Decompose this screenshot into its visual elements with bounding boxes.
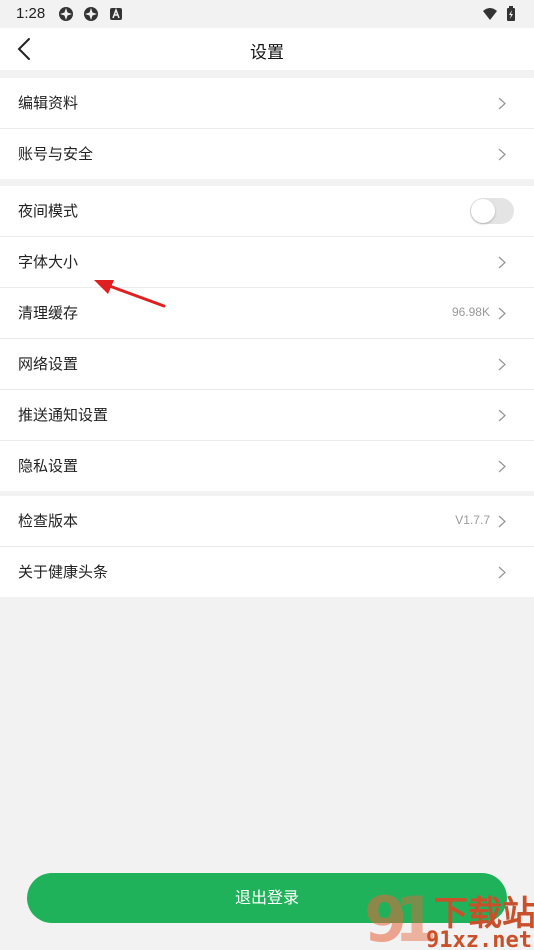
row-label: 网络设置	[18, 355, 79, 373]
chevron-right-icon	[498, 148, 506, 161]
status-time: 1:28	[16, 5, 46, 22]
chevron-right-icon	[498, 307, 506, 320]
row-edit-profile[interactable]: 编辑资料	[0, 78, 534, 129]
chevron-right-icon	[498, 515, 506, 528]
battery-icon	[507, 6, 515, 21]
version-value: V1.7.7	[455, 513, 490, 527]
watermark-site: 91xz.net	[426, 928, 532, 950]
row-clear-cache[interactable]: 清理缓存 96.98K	[0, 288, 534, 339]
row-privacy-settings[interactable]: 隐私设置	[0, 441, 534, 491]
row-about[interactable]: 关于健康头条	[0, 547, 534, 597]
cache-size-value: 96.98K	[451, 305, 490, 319]
row-account-security[interactable]: 账号与安全	[0, 129, 534, 179]
row-label: 编辑资料	[18, 94, 79, 112]
row-label: 检查版本	[18, 512, 79, 530]
row-label: 清理缓存	[18, 304, 79, 322]
title-bar: 设置	[0, 28, 534, 70]
wifi-icon	[483, 8, 497, 20]
chevron-right-icon	[498, 409, 506, 422]
chevron-right-icon	[498, 256, 506, 269]
page-title: 设置	[250, 43, 284, 63]
row-check-version[interactable]: 检查版本 V1.7.7	[0, 496, 534, 547]
row-font-size[interactable]: 字体大小	[0, 237, 534, 288]
row-night-mode: 夜间模式	[0, 186, 534, 237]
row-label: 夜间模式	[18, 202, 79, 220]
settings-group-general: 夜间模式 字体大小 清理缓存 96.98K 网络设置 推送通知设置 隐私设置	[0, 186, 534, 491]
chevron-right-icon	[498, 97, 506, 110]
row-network-settings[interactable]: 网络设置	[0, 339, 534, 390]
row-label: 隐私设置	[18, 457, 79, 475]
notification-icon	[84, 7, 98, 21]
settings-group-about: 检查版本 V1.7.7 关于健康头条	[0, 496, 534, 597]
chevron-right-icon	[498, 358, 506, 371]
status-bar: 1:28	[0, 0, 534, 28]
notification-icon	[59, 7, 73, 21]
night-mode-toggle[interactable]	[470, 198, 514, 224]
chevron-right-icon	[498, 566, 506, 579]
toggle-knob	[471, 199, 495, 223]
row-label: 字体大小	[18, 253, 79, 271]
watermark-logo-icon: 9 1 下载站 91xz.net	[364, 885, 534, 950]
app-notification-icon	[110, 7, 122, 20]
row-label: 推送通知设置	[18, 406, 109, 424]
row-label: 关于健康头条	[18, 563, 109, 581]
row-push-settings[interactable]: 推送通知设置	[0, 390, 534, 441]
row-label: 账号与安全	[18, 145, 94, 163]
annotation-arrow-icon	[94, 280, 166, 308]
chevron-right-icon	[498, 460, 506, 473]
settings-group-profile: 编辑资料 账号与安全	[0, 78, 534, 179]
